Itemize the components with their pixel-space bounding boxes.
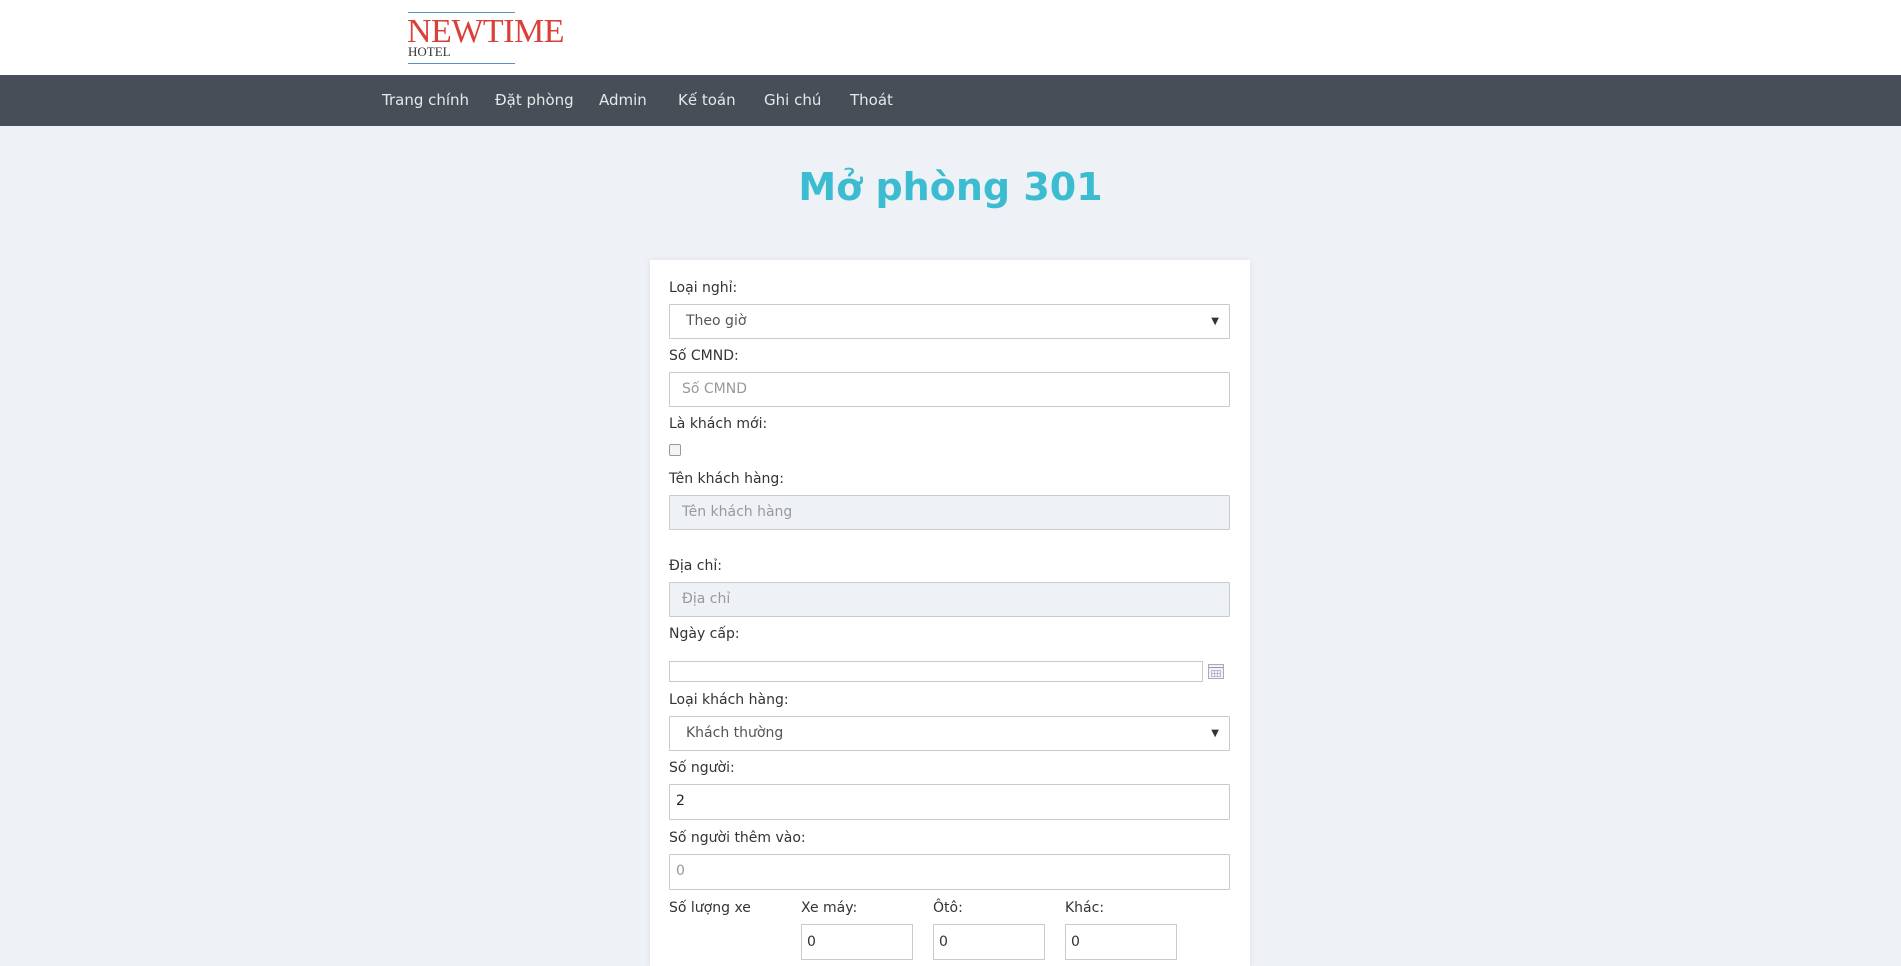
xe-may-input[interactable]: 0 (801, 924, 913, 960)
so-nguoi-them-placeholder: 0 (676, 863, 685, 879)
loai-khach-select[interactable]: Khách thường ▼ (669, 716, 1230, 751)
loai-khach-value: Khách thường (686, 725, 784, 741)
nav-item-admin[interactable]: Admin (599, 75, 647, 126)
so-cmnd-placeholder: Số CMND (682, 381, 748, 397)
xe-may-value: 0 (807, 934, 816, 950)
khac-input[interactable]: 0 (1065, 924, 1177, 960)
so-nguoi-input[interactable]: 2 (669, 784, 1230, 820)
dia-chi-placeholder: Địa chỉ (682, 591, 731, 607)
chevron-down-icon: ▼ (1211, 728, 1219, 739)
main-navbar: Trang chính Đặt phòng Admin Kế toán Ghi … (0, 75, 1901, 126)
ten-khach-placeholder: Tên khách hàng (682, 504, 793, 520)
loai-khach-label: Loại khách hàng: (669, 692, 789, 708)
so-luong-xe-label: Số lượng xe (669, 900, 751, 916)
calendar-icon[interactable] (1208, 664, 1224, 679)
so-nguoi-value: 2 (676, 793, 685, 809)
hotel-logo[interactable]: NEWTIME HOTEL (407, 12, 567, 64)
khac-label: Khác: (1065, 900, 1105, 916)
nav-item-trang-chinh[interactable]: Trang chính (382, 75, 469, 126)
page-title: Mở phòng 301 (798, 165, 1103, 209)
loai-nghi-value: Theo giờ (686, 313, 747, 329)
ten-khach-input[interactable]: Tên khách hàng (669, 495, 1230, 530)
xe-may-label: Xe máy: (801, 900, 858, 916)
oto-label: Ôtô: (933, 900, 963, 916)
nav-item-ke-toan[interactable]: Kế toán (678, 75, 736, 126)
oto-value: 0 (939, 934, 948, 950)
nav-item-dat-phong[interactable]: Đặt phòng (495, 75, 574, 126)
so-cmnd-input[interactable]: Số CMND (669, 372, 1230, 407)
nav-item-thoat[interactable]: Thoát (850, 75, 893, 126)
dia-chi-label: Địa chỉ: (669, 558, 722, 574)
dia-chi-input[interactable]: Địa chỉ (669, 582, 1230, 617)
so-nguoi-them-label: Số người thêm vào: (669, 830, 806, 846)
nav-item-ghi-chu[interactable]: Ghi chú (764, 75, 821, 126)
khach-moi-checkbox[interactable] (669, 444, 681, 456)
loai-nghi-select[interactable]: Theo giờ ▼ (669, 304, 1230, 339)
so-nguoi-them-input[interactable]: 0 (669, 854, 1230, 890)
open-room-form: Loại nghỉ: Theo giờ ▼ Số CMND: Số CMND L… (650, 260, 1250, 966)
oto-input[interactable]: 0 (933, 924, 1045, 960)
khach-moi-label: Là khách mới: (669, 416, 768, 432)
loai-nghi-label: Loại nghỉ: (669, 280, 738, 296)
khac-value: 0 (1071, 934, 1080, 950)
header: NEWTIME HOTEL (0, 0, 1901, 75)
so-cmnd-label: Số CMND: (669, 348, 739, 364)
ngay-cap-label: Ngày cấp: (669, 626, 740, 642)
ten-khach-label: Tên khách hàng: (669, 471, 785, 487)
ngay-cap-input[interactable] (669, 661, 1203, 682)
logo-line-bottom (408, 63, 515, 64)
chevron-down-icon: ▼ (1211, 316, 1219, 327)
logo-subtitle: HOTEL (408, 44, 451, 59)
so-nguoi-label: Số người: (669, 760, 735, 776)
